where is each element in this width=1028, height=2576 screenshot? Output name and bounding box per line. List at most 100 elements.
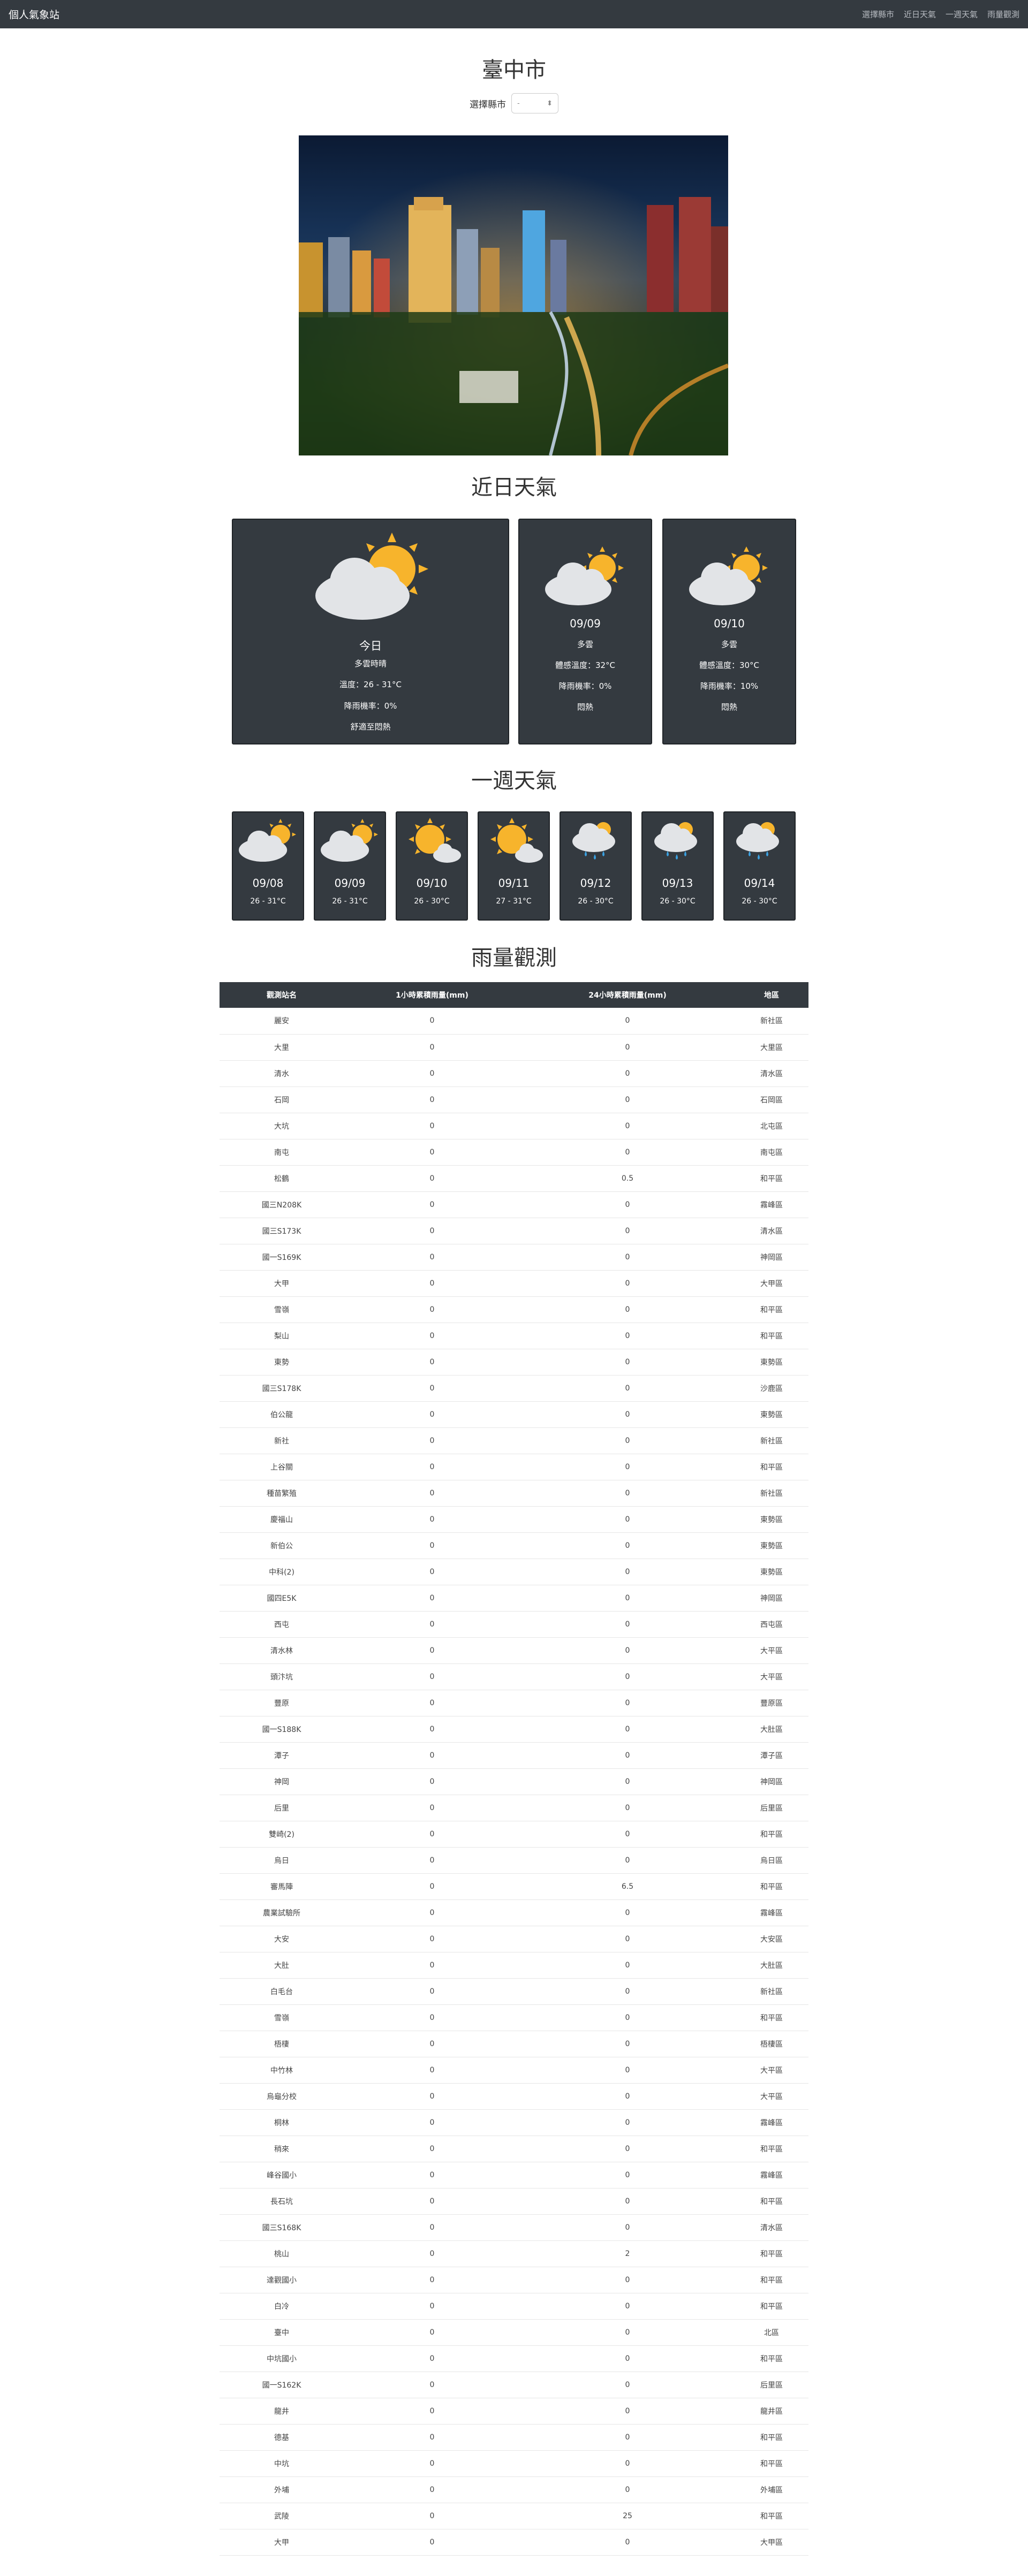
table-header-row: 觀測站名 1小時累積雨量(mm) 24小時累積雨量(mm) 地區 (220, 982, 808, 1008)
station-cell: 麗安 (220, 1008, 344, 1035)
table-row: 大坑 0 0 北屯區 (220, 1113, 808, 1139)
rain-1h-cell: 0 (344, 1899, 520, 1926)
area-cell: 神岡區 (735, 1768, 808, 1795)
week-date: 09/11 (498, 877, 530, 890)
table-header-1h: 1小時累積雨量(mm) (344, 982, 520, 1008)
table-row: 上谷關 0 0 和平區 (220, 1454, 808, 1480)
rain-1h-cell: 0 (344, 1480, 520, 1507)
rain-24h-cell: 0 (520, 1899, 735, 1926)
table-row: 梧棲 0 0 梧棲區 (220, 2031, 808, 2057)
table-row: 烏日 0 0 烏日區 (220, 1847, 808, 1874)
nav-link-recent[interactable]: 近日天氣 (904, 9, 936, 20)
rain-24h-cell: 6.5 (520, 1873, 735, 1900)
table-row: 豐原 0 0 豐原區 (220, 1690, 808, 1716)
week-date: 09/10 (416, 877, 448, 890)
table-row: 新伯公 0 0 東勢區 (220, 1532, 808, 1559)
area-cell: 大平區 (735, 1663, 808, 1690)
city-select-label: 選擇縣市 (470, 99, 506, 110)
rain-24h-cell: 0 (520, 1978, 735, 2005)
week-temp: 26 - 31°C (250, 897, 286, 906)
area-cell: 東勢區 (735, 1506, 808, 1533)
nav-link-rain[interactable]: 雨量觀測 (987, 9, 1019, 20)
station-cell: 中科(2) (220, 1559, 344, 1585)
station-cell: 頭汴坑 (220, 1663, 344, 1690)
rain-24h-cell: 0 (520, 2476, 735, 2503)
area-cell: 外埔區 (735, 2476, 808, 2503)
rain-24h-cell: 0 (520, 1375, 735, 1402)
table-row: 石岡 0 0 石岡區 (220, 1086, 808, 1113)
station-cell: 國三N208K (220, 1191, 344, 1218)
rain-1h-cell: 0 (344, 1768, 520, 1795)
station-cell: 白毛台 (220, 1978, 344, 2005)
rain-24h-cell: 0 (520, 1847, 735, 1874)
rain-1h-cell: 0 (344, 2398, 520, 2425)
nav-link-select-city[interactable]: 選擇縣市 (862, 9, 894, 20)
area-cell: 北區 (735, 2319, 808, 2346)
station-cell: 種苗繁殖 (220, 1480, 344, 1507)
area-cell: 西屯區 (735, 1611, 808, 1638)
week-card: 09/12 26 - 30°C (560, 811, 632, 921)
week-weather-title: 一週天氣 (471, 769, 557, 793)
table-row: 清水 0 0 清水區 (220, 1060, 808, 1087)
rain-24h-cell: 0 (520, 1690, 735, 1716)
forecast-card: 09/10 多雲 體感溫度：30°C 降雨機率：10% 悶熱 (662, 519, 796, 744)
area-cell: 大里區 (735, 1034, 808, 1061)
today-card: 今日 多雲時晴 溫度：26 - 31°C 降雨機率：0% 舒適至悶熱 (232, 519, 509, 744)
station-cell: 國四E5K (220, 1585, 344, 1612)
area-cell: 大平區 (735, 1637, 808, 1664)
rain-1h-cell: 0 (344, 2450, 520, 2477)
station-cell: 武陵 (220, 2503, 344, 2529)
station-cell: 大肚 (220, 1952, 344, 1979)
nav-link-week[interactable]: 一週天氣 (946, 9, 978, 20)
area-cell: 和平區 (735, 2503, 808, 2529)
week-card: 09/10 26 - 30°C (396, 811, 468, 921)
rain-24h-cell: 0 (520, 1060, 735, 1087)
rain-24h-cell: 0 (520, 1008, 735, 1035)
station-cell: 大坑 (220, 1113, 344, 1139)
station-cell: 稍來 (220, 2136, 344, 2162)
rain-24h-cell: 0 (520, 1034, 735, 1061)
rain-24h-cell: 0 (520, 1716, 735, 1743)
station-cell: 龍井 (220, 2398, 344, 2425)
brand-logo[interactable]: 個人氣象站 (9, 7, 59, 21)
station-cell: 國一S188K (220, 1716, 344, 1743)
rain-24h-cell: 0 (520, 1952, 735, 1979)
week-temp: 26 - 31°C (332, 897, 368, 906)
rain-24h-cell: 0 (520, 2345, 735, 2372)
forecast-date: 09/09 (570, 617, 601, 630)
rain-icon (654, 822, 697, 860)
rain-24h-cell: 0 (520, 2450, 735, 2477)
area-cell: 和平區 (735, 2240, 808, 2267)
rain-24h-cell: 0 (520, 2398, 735, 2425)
station-cell: 梧棲 (220, 2031, 344, 2057)
area-cell: 和平區 (735, 2136, 808, 2162)
rain-24h-cell: 0 (520, 1559, 735, 1585)
rain-1h-cell: 0 (344, 1244, 520, 1271)
station-cell: 國三S178K (220, 1375, 344, 1402)
area-cell: 和平區 (735, 2293, 808, 2320)
table-row: 雪嶺 0 0 和平區 (220, 1296, 808, 1323)
city-select[interactable]: - ⬍ (511, 93, 558, 113)
rain-24h-cell: 0 (520, 2162, 735, 2189)
rain-24h-cell: 0 (520, 1480, 735, 1507)
rain-24h-cell: 0 (520, 1926, 735, 1952)
area-cell: 清水區 (735, 2214, 808, 2241)
station-cell: 新伯公 (220, 1532, 344, 1559)
area-cell: 霧峰區 (735, 1191, 808, 1218)
table-row: 白冷 0 0 和平區 (220, 2293, 808, 2320)
station-cell: 雪嶺 (220, 2004, 344, 2031)
station-cell: 達觀國小 (220, 2267, 344, 2293)
station-cell: 長石坑 (220, 2188, 344, 2215)
rain-24h-cell: 0 (520, 2267, 735, 2293)
rain-1h-cell: 0 (344, 2136, 520, 2162)
table-row: 中坑國小 0 0 和平區 (220, 2345, 808, 2372)
table-row: 頭汴坑 0 0 大平區 (220, 1663, 808, 1690)
rain-24h-cell: 0 (520, 1637, 735, 1664)
rain-24h-cell: 0 (520, 1401, 735, 1428)
rain-1h-cell: 0 (344, 1086, 520, 1113)
rain-1h-cell: 0 (344, 1008, 520, 1035)
forecast-temp: 體感溫度：32°C (555, 660, 616, 670)
week-card: 09/08 26 - 31°C (232, 811, 304, 921)
rain-1h-cell: 0 (344, 1585, 520, 1612)
area-cell: 大安區 (735, 1926, 808, 1952)
